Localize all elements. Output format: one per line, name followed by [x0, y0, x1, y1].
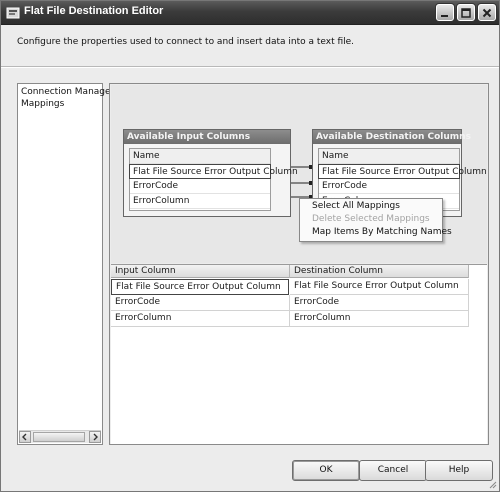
nav-item-connection-manager[interactable]: Connection Manager [21, 87, 114, 97]
window-title: Flat File Destination Editor [24, 5, 164, 17]
input-column-item[interactable]: Flat File Source Error Output Column [129, 164, 298, 179]
title-bar[interactable]: Flat File Destination Editor [1, 1, 499, 25]
cancel-button[interactable]: Cancel [359, 460, 427, 481]
grid-cell-destination[interactable]: ErrorCode [290, 295, 469, 311]
chevron-left-icon [22, 433, 27, 441]
grid-cell-destination[interactable]: Flat File Source Error Output Column [290, 279, 469, 295]
minimize-icon [441, 15, 448, 17]
nav-item-mappings[interactable]: Mappings [21, 99, 64, 109]
destination-column-item[interactable]: ErrorCode [319, 179, 459, 194]
grid-cell-input[interactable]: ErrorCode [111, 295, 290, 311]
nav-horizontal-scrollbar[interactable] [19, 430, 101, 443]
input-columns-box[interactable]: Available Input Columns Name Flat File S… [123, 129, 298, 217]
page-navigation-list[interactable]: Connection Manager Mappings [17, 83, 114, 445]
scroll-thumb[interactable] [33, 432, 85, 442]
input-column-item[interactable]: ErrorCode [130, 179, 270, 194]
grid-header: Input Column Destination Column [111, 265, 469, 278]
mapping-grid[interactable]: Input Column Destination Column Flat Fil… [111, 264, 487, 444]
grid-cell-destination[interactable]: ErrorColumn [290, 311, 469, 327]
menu-item-delete-selected-mappings[interactable]: Delete Selected Mappings [312, 214, 430, 224]
menu-item-map-by-matching-names[interactable]: Map Items By Matching Names [312, 227, 452, 237]
scroll-right-button[interactable] [89, 431, 101, 443]
maximize-icon [461, 8, 471, 18]
close-button[interactable] [478, 4, 496, 21]
grid-cell-input[interactable]: Flat File Source Error Output Column [111, 279, 289, 295]
close-icon [482, 8, 492, 18]
help-button[interactable]: Help [425, 460, 493, 481]
input-columns-list[interactable]: Name Flat File Source Error Output Colum… [129, 148, 298, 211]
menu-item-select-all-mappings[interactable]: Select All Mappings [312, 201, 400, 211]
window-app-icon [6, 7, 20, 19]
input-columns-header: Name [130, 149, 270, 164]
scroll-left-button[interactable] [19, 431, 31, 443]
destination-columns-header: Name [319, 149, 459, 164]
ok-button[interactable]: OK [292, 460, 360, 481]
input-column-item[interactable]: ErrorColumn [130, 194, 270, 209]
dialog-description: Configure the properties used to connect… [17, 37, 355, 47]
mappings-panel: Available Input Columns Name Flat File S… [109, 83, 489, 445]
mapping-designer[interactable]: Available Input Columns Name Flat File S… [111, 85, 487, 263]
context-menu: Select All Mappings Delete Selected Mapp… [299, 198, 452, 242]
grid-cell-input[interactable]: ErrorColumn [111, 311, 290, 327]
column-header-destination[interactable]: Destination Column [290, 265, 469, 278]
input-columns-title: Available Input Columns [124, 130, 290, 144]
minimize-button[interactable] [436, 4, 454, 21]
dialog-window: Flat File Destination Editor Configure t… [0, 0, 500, 492]
maximize-button[interactable] [457, 4, 475, 21]
destination-columns-title: Available Destination Columns [313, 130, 471, 144]
destination-column-item[interactable]: Flat File Source Error Output Column [318, 164, 487, 179]
chevron-right-icon [93, 433, 98, 441]
column-header-input[interactable]: Input Column [111, 265, 290, 278]
resize-grip-icon[interactable] [487, 479, 497, 489]
header-separator [1, 66, 499, 68]
